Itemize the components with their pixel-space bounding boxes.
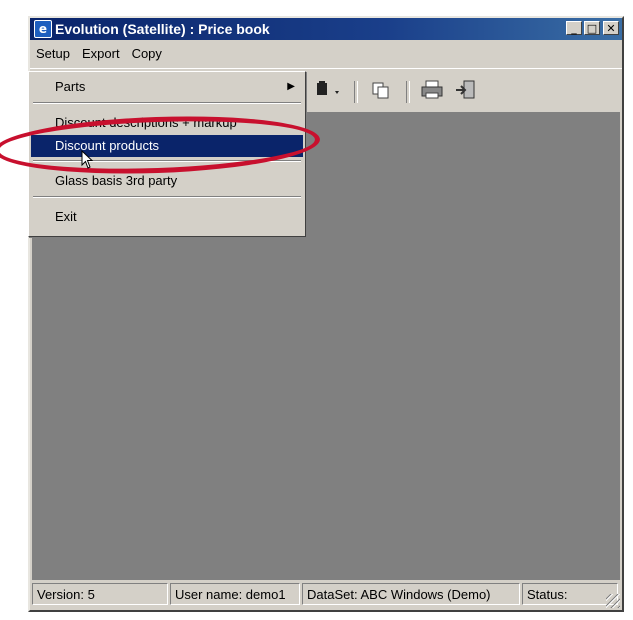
menu-item-label: Parts (55, 79, 86, 94)
menu-item-discount-descriptions[interactable]: Discount descriptions + markup (31, 112, 303, 134)
menu-item-exit[interactable]: Exit (31, 206, 303, 228)
menu-setup[interactable]: Setup (30, 46, 76, 61)
toolbar-separator (354, 81, 358, 103)
menu-separator (33, 102, 301, 104)
title-bar[interactable]: e Evolution (Satellite) : Price book _ □… (30, 18, 622, 40)
menu-item-parts[interactable]: Parts ▶ (31, 76, 303, 98)
menu-item-discount-products[interactable]: Discount products (31, 135, 303, 157)
toolbar-dropdown-icon[interactable] (315, 79, 345, 101)
menu-export[interactable]: Export (76, 46, 126, 61)
window-title: Evolution (Satellite) : Price book (55, 21, 270, 37)
toolbar-separator (406, 81, 410, 103)
maximize-button[interactable]: □ (584, 21, 600, 35)
setup-dropdown-menu: Parts ▶ Discount descriptions + markup D… (28, 71, 306, 237)
status-version: Version: 5 (32, 583, 168, 605)
menu-separator (33, 196, 301, 198)
copy-icon[interactable] (370, 79, 392, 101)
status-dataset: DataSet: ABC Windows (Demo) (302, 583, 520, 605)
resize-grip[interactable] (606, 594, 620, 608)
submenu-arrow-icon: ▶ (287, 81, 295, 92)
app-icon[interactable]: e (34, 20, 52, 38)
mouse-pointer-icon (81, 150, 94, 169)
print-icon[interactable] (420, 79, 444, 101)
status-user: User name: demo1 (170, 583, 300, 605)
menu-separator (33, 160, 301, 162)
menu-copy[interactable]: Copy (126, 46, 168, 61)
menu-item-glass-basis[interactable]: Glass basis 3rd party (31, 170, 303, 192)
status-status: Status: (522, 583, 618, 605)
exit-icon[interactable] (454, 79, 478, 101)
menu-bar: Setup Export Copy (30, 42, 622, 64)
status-bar: Version: 5 User name: demo1 DataSet: ABC… (30, 580, 622, 610)
minimize-button[interactable]: _ (566, 21, 582, 35)
close-button[interactable]: ✕ (603, 21, 619, 35)
